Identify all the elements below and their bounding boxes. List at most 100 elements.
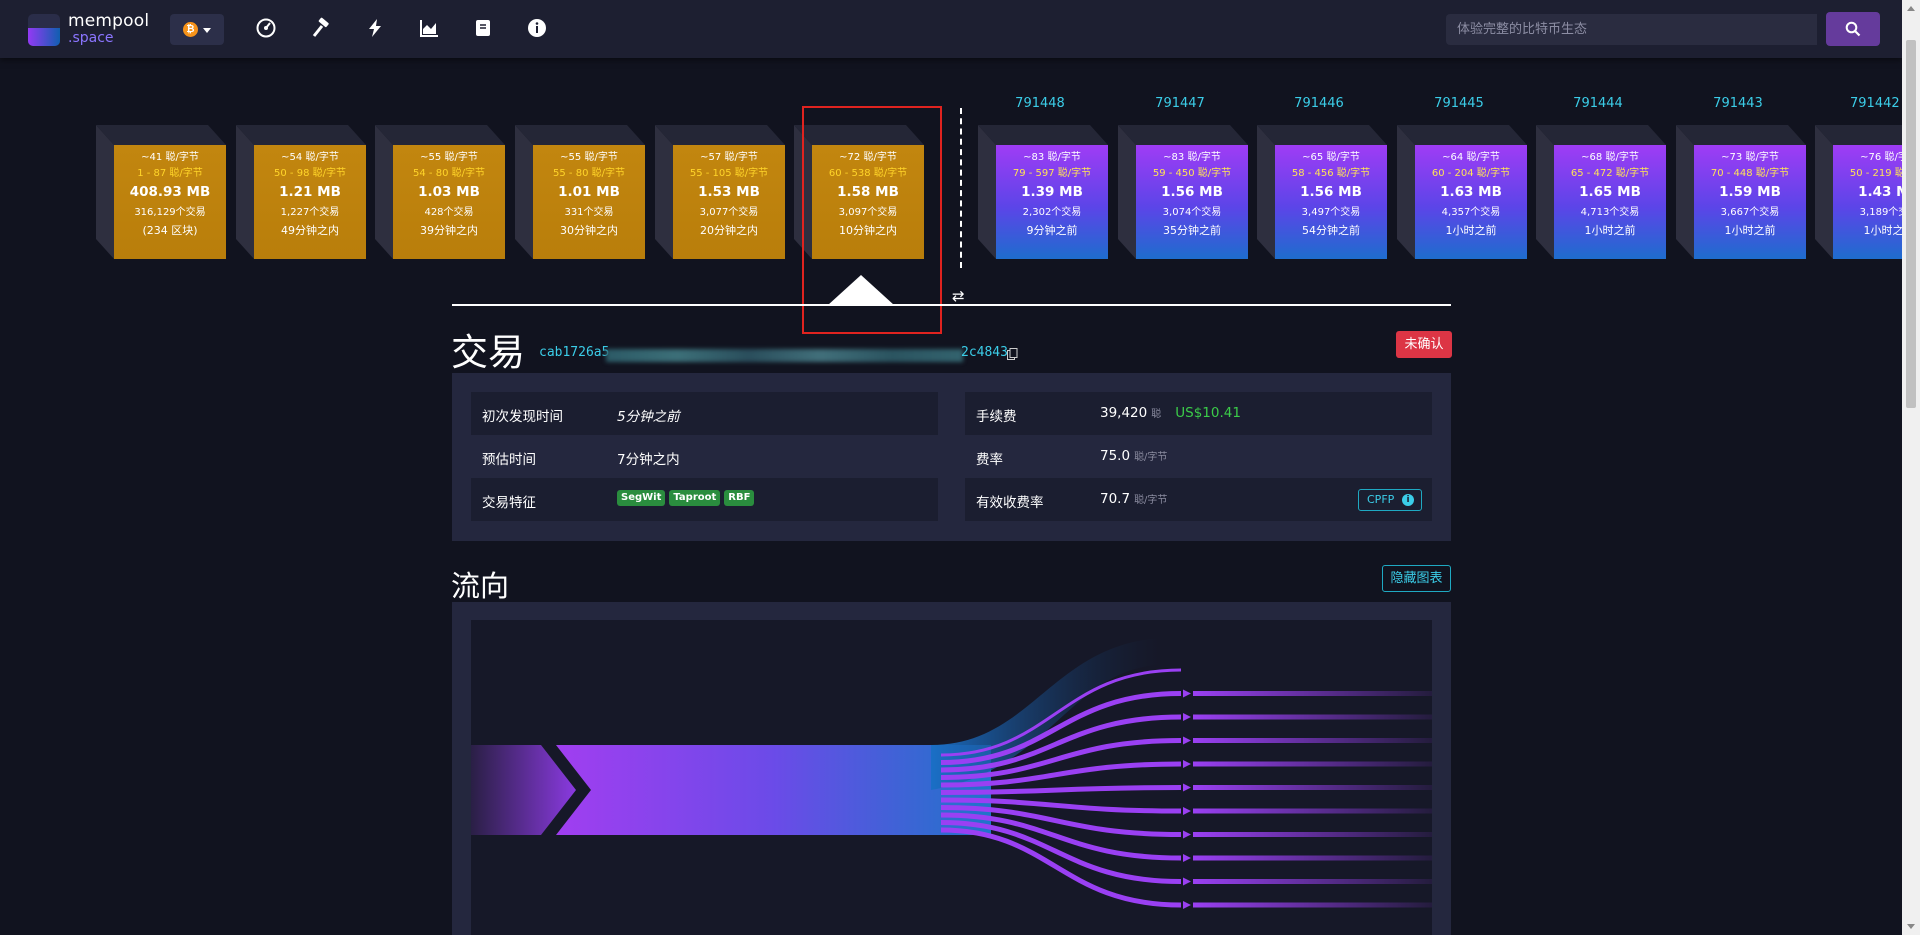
mempool-block[interactable]: ~41 聪/字节 1 - 87 聪/字节 408.93 MB 316,129个交… xyxy=(96,125,226,259)
search-input[interactable] xyxy=(1446,14,1817,45)
transaction-details-panel: 初次发现时间 5分钟之前 预估时间 7分钟之内 交易特征 SegWit Tapro… xyxy=(452,373,1451,541)
taproot-tag[interactable]: Taproot xyxy=(669,490,721,506)
block-height-link[interactable]: 791446 xyxy=(1263,96,1375,111)
block-fee-range: 79 - 597 聪/字节 xyxy=(1012,168,1092,179)
swap-arrows-icon[interactable]: ⇄ xyxy=(952,287,965,305)
status-badge: 未确认 xyxy=(1396,331,1452,358)
logo-line1: mempool xyxy=(68,11,150,31)
search-button[interactable] xyxy=(1826,12,1880,46)
flow-output-tail xyxy=(1193,832,1432,837)
mempool-divider xyxy=(960,108,962,268)
block-tx-count: 4,713个交易 xyxy=(1580,206,1640,218)
info-icon[interactable] xyxy=(526,17,548,39)
block-fee-median: ~65 聪/字节 xyxy=(1302,152,1360,163)
flow-output-arrow-icon xyxy=(1183,807,1191,815)
mined-block-clipped[interactable]: ~76 聪/字节 50 - 219 聪/字节 1.43 MB 3,189个交易 … xyxy=(1815,125,1902,259)
first-seen-row: 初次发现时间 5分钟之前 xyxy=(471,392,938,435)
flow-output-tail xyxy=(1193,761,1432,767)
block-eta: (234 区块) xyxy=(142,223,198,237)
mined-block[interactable]: ~73 聪/字节 70 - 448 聪/字节 1.59 MB 3,667个交易 … xyxy=(1676,125,1806,259)
fee-usd: US$10.41 xyxy=(1175,405,1241,421)
block-eta: 49分钟之内 xyxy=(281,223,339,237)
mined-block[interactable]: ~68 聪/字节 65 - 472 聪/字节 1.65 MB 4,713个交易 … xyxy=(1536,125,1666,259)
page-scrollbar[interactable] xyxy=(1902,0,1920,935)
block-fee-range: 50 - 98 聪/字节 xyxy=(274,168,346,179)
flow-section-title: 流向 xyxy=(451,569,510,603)
block-time: 54分钟之前 xyxy=(1302,223,1360,237)
block-fee-range: 70 - 448 聪/字节 xyxy=(1710,168,1790,179)
docs-icon[interactable] xyxy=(472,17,494,39)
mined-block[interactable]: ~83 聪/字节 59 - 450 聪/字节 1.56 MB 3,074个交易 … xyxy=(1118,125,1248,259)
mined-block[interactable]: ~64 聪/字节 60 - 204 聪/字节 1.63 MB 4,357个交易 … xyxy=(1397,125,1527,259)
block-tx-count: 428个交易 xyxy=(424,206,474,218)
block-size: 1.63 MB xyxy=(1440,184,1502,200)
block-fee-median: ~64 聪/字节 xyxy=(1442,152,1500,163)
block-tx-count: 3,497个交易 xyxy=(1301,206,1361,218)
scroll-up-arrow-icon[interactable] xyxy=(1907,6,1915,11)
flow-output-arrow-icon xyxy=(1183,854,1191,862)
flow-output-arrow-icon xyxy=(1183,830,1191,839)
block-size: 1.43 MB xyxy=(1858,184,1902,200)
section-divider xyxy=(452,304,1451,306)
block-fee-range: 54 - 80 聪/字节 xyxy=(413,168,485,179)
flow-output-tail xyxy=(1193,714,1432,720)
mempool-block[interactable]: ~54 聪/字节 50 - 98 聪/字节 1.21 MB 1,227个交易 4… xyxy=(236,125,366,259)
eta-row: 预估时间 7分钟之内 xyxy=(471,435,938,478)
mined-block[interactable]: ~65 聪/字节 58 - 456 聪/字节 1.56 MB 3,497个交易 … xyxy=(1257,125,1387,259)
block-height-link[interactable]: 791445 xyxy=(1403,96,1515,111)
block-height-link[interactable]: 791443 xyxy=(1682,96,1794,111)
mined-block[interactable]: ~83 聪/字节 79 - 597 聪/字节 1.39 MB 2,302个交易 … xyxy=(978,125,1108,259)
first-seen-label: 初次发现时间 xyxy=(482,409,563,425)
block-time: 9分钟之前 xyxy=(1026,223,1078,237)
mempool-block[interactable]: ~55 聪/字节 54 - 80 聪/字节 1.03 MB 428个交易 39分… xyxy=(375,125,505,259)
mempool-logo-icon[interactable] xyxy=(28,14,60,46)
block-eta: 30分钟之内 xyxy=(560,223,618,237)
info-icon: i xyxy=(1402,494,1414,506)
mempool-block[interactable]: ~57 聪/字节 55 - 105 聪/字节 1.53 MB 3,077个交易 … xyxy=(655,125,785,259)
segwit-tag[interactable]: SegWit xyxy=(617,490,666,506)
block-height-link[interactable]: 791442 xyxy=(1821,96,1902,111)
logo-text[interactable]: mempool .space xyxy=(68,11,150,46)
block-fee-range: 50 - 219 聪/字节 xyxy=(1849,168,1902,179)
block-size: 1.03 MB xyxy=(418,184,480,200)
block-fee-median: ~83 聪/字节 xyxy=(1163,152,1221,163)
scrollbar-thumb[interactable] xyxy=(1906,40,1916,408)
network-selector-button[interactable]: ₿ xyxy=(170,14,224,45)
block-size: 408.93 MB xyxy=(129,184,211,200)
block-fee-median: ~68 聪/字节 xyxy=(1581,152,1639,163)
mempool-block[interactable]: ~55 聪/字节 55 - 80 聪/字节 1.01 MB 331个交易 30分… xyxy=(515,125,645,259)
block-fee-median: ~55 聪/字节 xyxy=(420,152,478,163)
block-fee-median: ~83 聪/字节 xyxy=(1023,152,1081,163)
block-height-link[interactable]: 791448 xyxy=(984,96,1096,111)
rbf-tag[interactable]: RBF xyxy=(724,490,755,506)
flow-output-10 xyxy=(940,827,1182,908)
cpfp-button[interactable]: CPFP i xyxy=(1358,489,1422,511)
copy-icon[interactable] xyxy=(1007,348,1018,360)
txid-end[interactable]: 2c4843 xyxy=(961,345,1008,360)
lightning-icon[interactable] xyxy=(364,17,386,39)
scroll-down-arrow-icon[interactable] xyxy=(1907,924,1915,929)
txid-start[interactable]: cab1726a5 xyxy=(539,345,609,360)
block-fee-range: 58 - 456 聪/字节 xyxy=(1291,168,1371,179)
block-tx-count: 3,667个交易 xyxy=(1720,206,1780,218)
hammer-icon[interactable] xyxy=(310,17,332,39)
graphs-icon[interactable] xyxy=(418,17,440,39)
block-eta: 20分钟之内 xyxy=(700,223,758,237)
dashboard-icon[interactable] xyxy=(255,17,277,39)
block-fee-range: 60 - 204 聪/字节 xyxy=(1431,168,1511,179)
flow-output-arrow-icon xyxy=(1183,877,1191,886)
first-seen-value: 5分钟之前 xyxy=(617,409,680,425)
fee-value: 39,420 聪 US$10.41 xyxy=(1100,405,1241,421)
block-fee-median: ~55 聪/字节 xyxy=(560,152,618,163)
hide-diagram-button[interactable]: 隐藏图表 xyxy=(1382,565,1451,592)
top-navbar: mempool .space ₿ xyxy=(0,0,1902,58)
features-row: 交易特征 SegWit Taproot RBF xyxy=(471,478,938,521)
block-height-link[interactable]: 791447 xyxy=(1124,96,1236,111)
block-fee-median: ~54 聪/字节 xyxy=(281,152,339,163)
fee-rate-row: 费率 75.0 聪/字节 xyxy=(965,435,1432,478)
block-tx-count: 316,129个交易 xyxy=(134,206,206,218)
block-fee-range: 55 - 80 聪/字节 xyxy=(553,168,625,179)
flow-output-tail xyxy=(1193,785,1432,790)
block-height-link[interactable]: 791444 xyxy=(1542,96,1654,111)
block-time: 1小时之前 xyxy=(1863,223,1903,237)
